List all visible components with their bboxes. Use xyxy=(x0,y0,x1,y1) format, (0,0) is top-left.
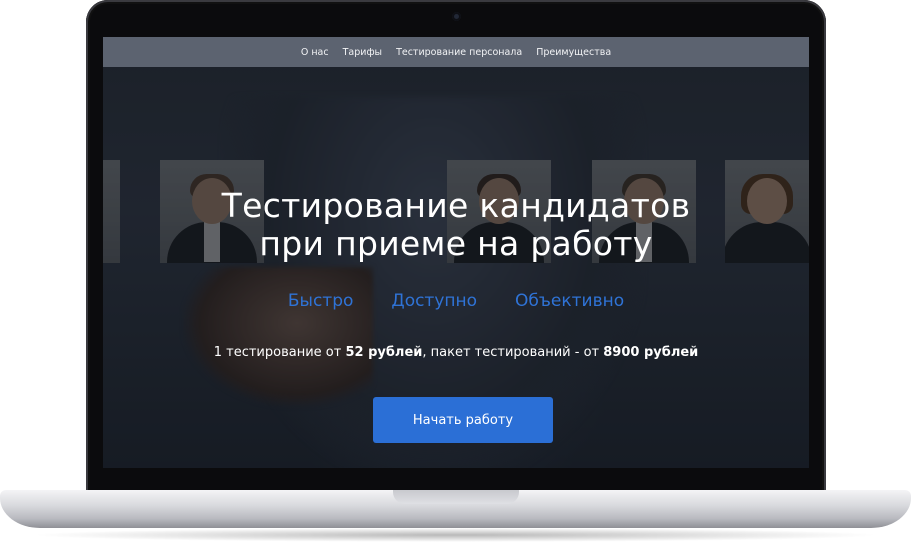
top-navigation: О нас Тарифы Тестирование персонала Преи… xyxy=(103,37,809,67)
hero-title: Тестирование кандидатов при приеме на ра… xyxy=(103,187,809,263)
feature-list: Быстро Доступно Объективно xyxy=(103,291,809,311)
pricing-part-1: 1 тестирование от xyxy=(213,345,346,360)
laptop-screen: О нас Тарифы Тестирование персонала Преи… xyxy=(103,37,809,468)
hero-title-line-2: при приеме на работу xyxy=(259,224,653,263)
pricing-single-price: 52 рублей xyxy=(345,345,423,360)
nav-link-pricing[interactable]: Тарифы xyxy=(343,47,382,58)
feature-objective: Объективно xyxy=(515,291,625,311)
webcam-icon xyxy=(452,12,461,21)
start-work-button[interactable]: Начать работу xyxy=(373,397,553,443)
nav-link-staff-testing[interactable]: Тестирование персонала xyxy=(396,47,522,58)
feature-fast: Быстро xyxy=(287,291,354,311)
nav-link-about[interactable]: О нас xyxy=(301,47,329,58)
laptop-shadow xyxy=(30,528,881,542)
hero-title-line-1: Тестирование кандидатов xyxy=(221,186,691,225)
pricing-package-price: 8900 рублей xyxy=(603,345,699,360)
laptop-base-notch xyxy=(393,490,519,504)
pricing-text: 1 тестирование от 52 рублей, пакет тести… xyxy=(103,345,809,360)
feature-affordable: Доступно xyxy=(391,291,478,311)
pricing-part-2: , пакет тестирований - от xyxy=(422,345,604,360)
nav-link-advantages[interactable]: Преимущества xyxy=(536,47,611,58)
